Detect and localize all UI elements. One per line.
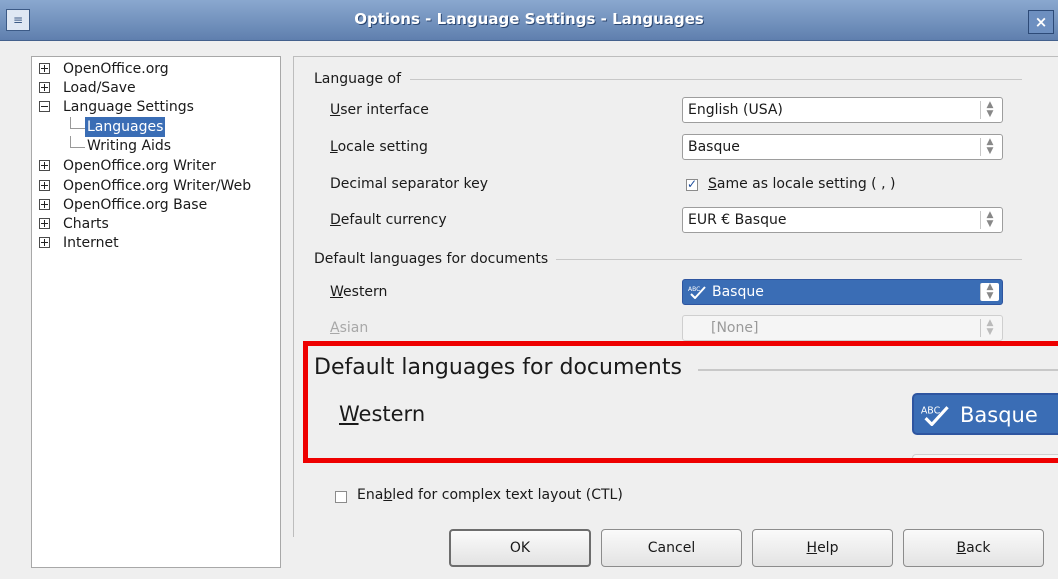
- select-value: Basque: [960, 403, 1038, 427]
- cancel-button[interactable]: Cancel: [601, 529, 742, 567]
- options-tree: OpenOffice.org Load/Save Language Settin…: [31, 56, 281, 568]
- decimal-separator-label: Decimal separator key: [330, 176, 489, 192]
- spin-arrows-icon: ▲ ▼: [980, 319, 999, 337]
- tree-connector: [70, 136, 85, 148]
- select-value: ABC Basque: [688, 284, 764, 300]
- tree-item-label: Charts: [63, 216, 109, 232]
- expand-icon[interactable]: [39, 180, 50, 191]
- section-title-language-of: Language of: [314, 71, 408, 87]
- select-value: English (USA): [688, 102, 783, 118]
- title-bar: ≡ Options - Language Settings - Language…: [0, 0, 1058, 41]
- tree-item-label: OpenOffice.org: [63, 61, 169, 77]
- locale-setting-label: Locale setting: [330, 139, 428, 155]
- svg-text:ABC: ABC: [921, 405, 941, 416]
- svg-text:ABC: ABC: [688, 286, 700, 293]
- ok-button[interactable]: OK: [449, 529, 591, 567]
- expand-icon[interactable]: [39, 237, 50, 248]
- tree-item-label: Internet: [63, 235, 119, 251]
- expand-icon[interactable]: [39, 160, 50, 171]
- tree-item-label: Language Settings: [63, 99, 194, 115]
- tree-item-label: OpenOffice.org Writer: [63, 158, 216, 174]
- western-label: Western: [330, 284, 388, 300]
- zoom-western-label: Western: [339, 402, 426, 426]
- zoom-callout: Default languages for documents Western …: [303, 341, 1058, 463]
- tree-item-label: OpenOffice.org Base: [63, 197, 208, 213]
- separator: [556, 259, 1022, 260]
- collapse-icon[interactable]: [39, 101, 50, 112]
- select-value: [None]: [711, 320, 759, 336]
- spellcheck-icon: ABC: [688, 286, 706, 299]
- back-button[interactable]: Back: [903, 529, 1044, 567]
- expand-icon[interactable]: [39, 82, 50, 93]
- zoom-asian-select: [912, 454, 1058, 458]
- spin-arrows-icon[interactable]: ▲ ▼: [980, 101, 999, 119]
- user-interface-label: User interface: [330, 102, 429, 118]
- tree-item-label: Load/Save: [63, 80, 136, 96]
- ctl-label[interactable]: Enabled for complex text layout (CTL): [357, 487, 623, 503]
- expand-icon[interactable]: [39, 63, 50, 74]
- tree-item-label: OpenOffice.org Writer/Web: [63, 178, 252, 194]
- same-as-locale-checkbox[interactable]: [686, 177, 698, 191]
- tree-item-label: Languages: [85, 117, 166, 137]
- select-value: EUR € Basque: [688, 212, 787, 228]
- default-currency-label: Default currency: [330, 212, 447, 228]
- separator: [410, 79, 1022, 80]
- tree-connector: [70, 117, 85, 129]
- zoom-western-select: ABC Basque: [912, 393, 1058, 435]
- locale-setting-select[interactable]: Basque ▲ ▼: [682, 134, 1003, 160]
- spin-arrows-icon[interactable]: ▲ ▼: [980, 138, 999, 156]
- spin-arrows-icon[interactable]: ▲ ▼: [980, 283, 999, 301]
- window-title: Options - Language Settings - Languages: [354, 10, 704, 28]
- asian-language-select: [None] ▲ ▼: [682, 315, 1003, 341]
- default-currency-select[interactable]: EUR € Basque ▲ ▼: [682, 207, 1003, 233]
- asian-label: Asian: [330, 320, 369, 336]
- zoom-section-title: Default languages for documents: [314, 355, 690, 380]
- spin-arrows-icon[interactable]: ▲ ▼: [980, 211, 999, 229]
- expand-icon[interactable]: [39, 199, 50, 210]
- select-value: Basque: [688, 139, 740, 155]
- separator: [698, 369, 1058, 371]
- close-window-button[interactable]: ×: [1028, 10, 1054, 34]
- same-as-locale-label[interactable]: Same as locale setting ( , ): [708, 176, 895, 192]
- ctl-checkbox[interactable]: [335, 491, 347, 503]
- help-button[interactable]: Help: [752, 529, 893, 567]
- spellcheck-icon: ABC: [921, 405, 949, 426]
- tree-item-label: Writing Aids: [87, 138, 172, 154]
- user-interface-select[interactable]: English (USA) ▲ ▼: [682, 97, 1003, 123]
- section-title-default-languages: Default languages for documents: [314, 251, 555, 267]
- western-language-select[interactable]: ABC Basque ▲ ▼: [682, 279, 1003, 305]
- expand-icon[interactable]: [39, 218, 50, 229]
